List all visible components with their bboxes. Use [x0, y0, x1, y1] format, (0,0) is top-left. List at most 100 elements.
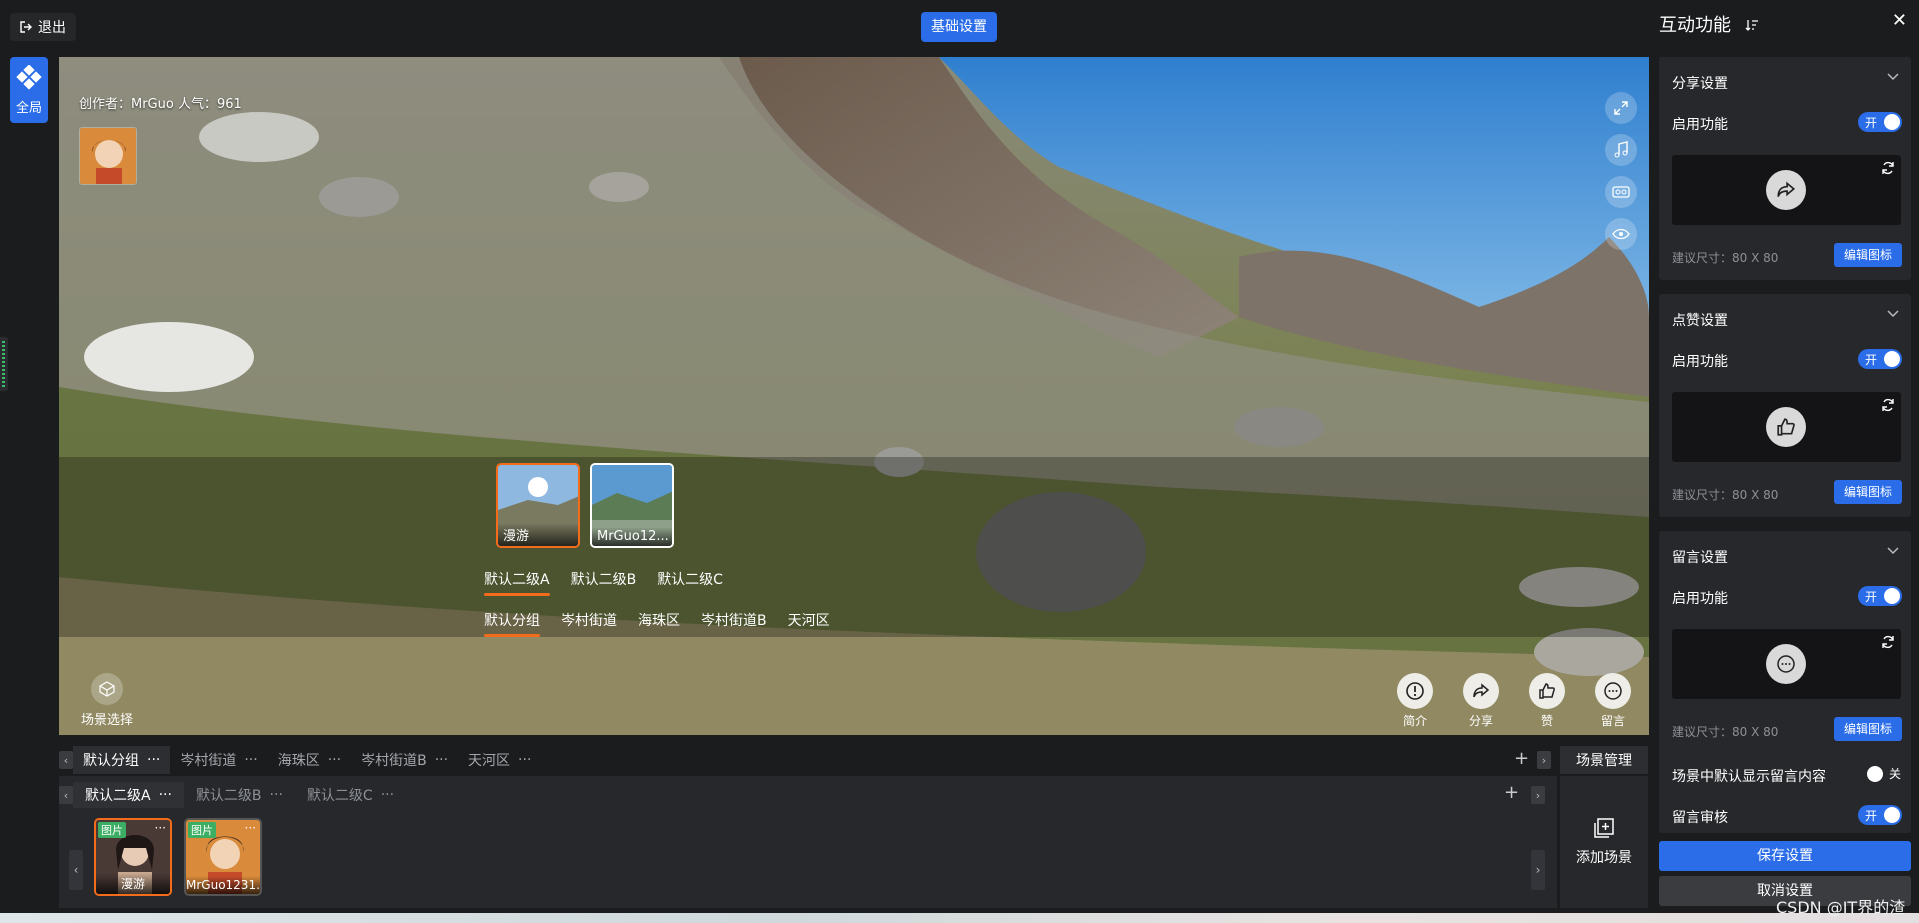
default-show-toggle[interactable]: 关: [1866, 765, 1901, 782]
enable-toggle[interactable]: 开: [1858, 586, 1902, 606]
prev-group-button[interactable]: ‹: [59, 751, 73, 769]
review-toggle[interactable]: 开: [1858, 805, 1902, 825]
comment-button[interactable]: 留言: [1595, 673, 1631, 729]
author-info: 创作者：MrGuo 人气：961: [79, 97, 242, 112]
add-scene-label: 添加场景: [1576, 850, 1632, 866]
group-tab[interactable]: 海珠区: [638, 610, 680, 630]
scene-thumbnails: 漫游 MrGuo12...: [496, 463, 674, 548]
level2-tab[interactable]: 默认二级A: [484, 569, 550, 596]
more-icon[interactable]: ···: [328, 752, 341, 768]
next-group-button[interactable]: ›: [1537, 751, 1551, 769]
scroll-left-button[interactable]: ‹: [69, 850, 83, 890]
icon-preview: [1672, 155, 1901, 225]
scene-select-button[interactable]: 场景选择: [81, 673, 133, 728]
chevron-down-icon[interactable]: [1887, 73, 1899, 81]
vr-glasses-icon: [1612, 186, 1630, 198]
interaction-panel: 互动功能 ✕ 分享设置 启用功能 开 建议尺寸：80 X 80 编辑图标 点赞设…: [1650, 0, 1919, 923]
size-note: 建议尺寸：80 X 80: [1672, 251, 1779, 265]
manager-group-tab[interactable]: 默认分组 ···: [73, 746, 171, 774]
more-icon[interactable]: ···: [518, 752, 531, 768]
more-icon[interactable]: ···: [244, 752, 257, 768]
add-scene-button[interactable]: 添加场景: [1560, 776, 1648, 908]
next-subgroup-button[interactable]: ›: [1531, 786, 1545, 804]
scene-thumbnail[interactable]: MrGuo12...: [590, 463, 674, 548]
level2-tab[interactable]: 默认二级B: [571, 569, 637, 589]
comment-icon: [1604, 682, 1622, 700]
more-icon[interactable]: ···: [155, 821, 166, 835]
cube-icon: [99, 681, 115, 697]
refresh-icon[interactable]: [1881, 161, 1895, 175]
more-icon[interactable]: ···: [245, 821, 256, 835]
manager-group-tabs: ‹ 默认分组 ··· 岑村街道 ··· 海珠区 ··· 岑村街道B ··· 天河区 ···: [59, 746, 1559, 774]
share-button[interactable]: 分享: [1463, 673, 1499, 729]
exit-button[interactable]: 退出: [10, 13, 76, 41]
top-bar: 退出 基础设置: [0, 0, 1648, 56]
manager-group-tab[interactable]: 岑村街道B ···: [351, 746, 458, 774]
add-group-icon[interactable]: +: [1514, 748, 1529, 769]
more-icon[interactable]: ···: [270, 787, 283, 803]
side-drag-handle[interactable]: [0, 337, 8, 391]
manager-group-tab[interactable]: 天河区 ···: [458, 746, 541, 774]
group-tabs: 默认分组 岑村街道 海珠区 岑村街道B 天河区: [484, 610, 830, 637]
edit-icon-button[interactable]: 编辑图标: [1834, 480, 1902, 504]
group-tab[interactable]: 天河区: [788, 610, 830, 630]
scene-list-panel: ‹ 默认二级A ··· 默认二级B ··· 默认二级C ··· + › ‹ › 图片 …: [59, 776, 1557, 908]
share-icon: [1777, 181, 1796, 197]
panorama-viewer[interactable]: 创作者：MrGuo 人气：961 漫游 MrGuo12... 默认二级A 默认二…: [59, 57, 1649, 735]
manager-group-tab[interactable]: 海珠区 ···: [268, 746, 351, 774]
scene-nav-overlay: [59, 457, 1649, 637]
more-icon[interactable]: ···: [147, 752, 160, 768]
refresh-icon[interactable]: [1881, 635, 1895, 649]
manager-sub-tab[interactable]: 默认二级B ···: [184, 782, 295, 808]
save-settings-button[interactable]: 保存设置: [1659, 841, 1911, 871]
prev-subgroup-button[interactable]: ‹: [59, 786, 73, 804]
add-subgroup-icon[interactable]: +: [1504, 782, 1519, 803]
enable-toggle[interactable]: 开: [1858, 349, 1902, 369]
chevron-down-icon[interactable]: [1887, 310, 1899, 318]
image-tag: 图片: [98, 822, 126, 838]
like-settings-card: 点赞设置 启用功能 开 建议尺寸：80 X 80 编辑图标: [1659, 294, 1911, 517]
basic-settings-button[interactable]: 基础设置: [921, 12, 997, 42]
more-icon[interactable]: ···: [159, 787, 172, 803]
scene-manager-title: 场景管理: [1560, 746, 1648, 774]
view-mode-button[interactable]: [1605, 218, 1637, 250]
scene-card[interactable]: 图片 ··· 漫游: [94, 818, 172, 896]
size-note: 建议尺寸：80 X 80: [1672, 488, 1779, 502]
share-settings-card: 分享设置 启用功能 开 建议尺寸：80 X 80 编辑图标: [1659, 57, 1911, 280]
edit-icon-button[interactable]: 编辑图标: [1834, 243, 1902, 267]
image-tag: 图片: [188, 822, 216, 838]
manager-sub-tab[interactable]: 默认二级C ···: [295, 782, 406, 808]
section-title: 分享设置: [1672, 76, 1728, 92]
exit-icon: [20, 21, 32, 33]
manager-sub-tab[interactable]: 默认二级A ···: [73, 782, 184, 808]
more-icon[interactable]: ···: [381, 787, 394, 803]
edit-icon-button[interactable]: 编辑图标: [1834, 717, 1902, 741]
sort-icon[interactable]: [1745, 18, 1759, 32]
close-icon[interactable]: ✕: [1892, 10, 1907, 31]
scroll-right-button[interactable]: ›: [1531, 850, 1545, 890]
add-scene-icon: [1594, 818, 1614, 838]
scene-card[interactable]: 图片 ··· MrGuo1231...: [184, 818, 262, 896]
global-settings-button[interactable]: 全局: [10, 57, 48, 123]
like-icon: [1777, 418, 1795, 436]
manager-group-tab[interactable]: 岑村街道 ···: [170, 746, 267, 774]
global-label: 全局: [15, 100, 42, 116]
manager-sub-tabs: ‹ 默认二级A ··· 默认二级B ··· 默认二级C ···: [59, 782, 1557, 808]
music-button[interactable]: [1605, 134, 1637, 166]
refresh-icon[interactable]: [1881, 398, 1895, 412]
chevron-down-icon[interactable]: [1887, 547, 1899, 555]
scene-thumbnail[interactable]: 漫游: [496, 463, 580, 548]
fullscreen-button[interactable]: [1605, 92, 1637, 124]
intro-button[interactable]: 简介: [1397, 673, 1433, 729]
more-icon[interactable]: ···: [435, 752, 448, 768]
group-tab[interactable]: 岑村街道: [561, 610, 617, 630]
taskbar-strip: [0, 913, 1919, 923]
scene-manager: ‹ 默认分组 ··· 岑村街道 ··· 海珠区 ··· 岑村街道B ··· 天河区 ···…: [59, 738, 1649, 908]
group-tab[interactable]: 默认分组: [484, 610, 540, 637]
group-tab[interactable]: 岑村街道B: [701, 610, 767, 630]
level2-tab[interactable]: 默认二级C: [657, 569, 723, 589]
vr-button[interactable]: [1605, 176, 1637, 208]
like-button[interactable]: 赞: [1529, 673, 1565, 729]
enable-toggle[interactable]: 开: [1858, 112, 1902, 132]
info-icon: [1406, 682, 1424, 700]
